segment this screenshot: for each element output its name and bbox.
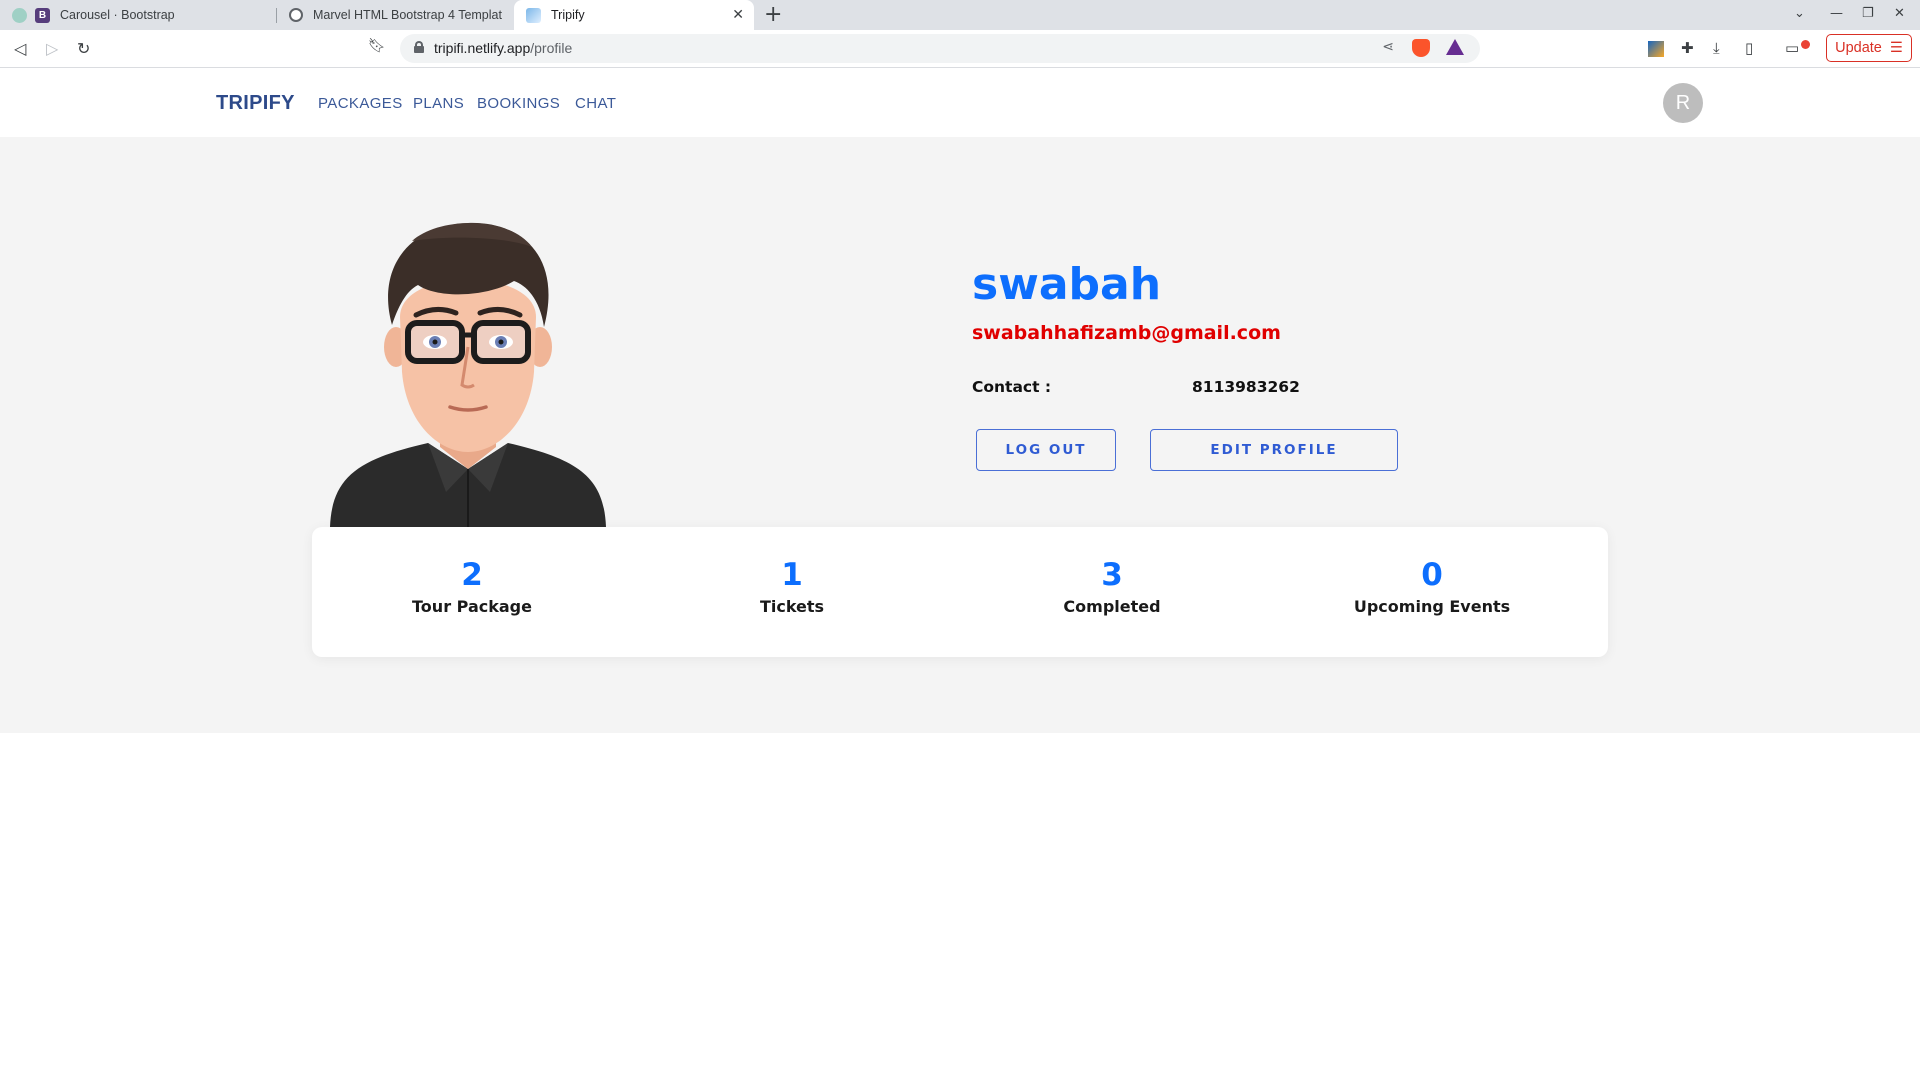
wallet-icon[interactable]: ▭ xyxy=(1785,39,1799,57)
tab-search-icon[interactable]: ⌄ xyxy=(1794,6,1805,21)
nav-link-bookings[interactable]: BOOKINGS xyxy=(477,95,560,112)
bootstrap-icon: B xyxy=(35,7,50,23)
notification-dot xyxy=(1801,40,1810,49)
update-label: Update xyxy=(1835,40,1882,56)
browser-tab-title: Marvel HTML Bootstrap 4 Templat xyxy=(313,8,502,22)
extension-icon[interactable] xyxy=(1648,41,1664,57)
stat-label: Completed xyxy=(1063,597,1161,616)
menu-icon: ☰ xyxy=(1889,40,1903,56)
edit-profile-button[interactable]: EDIT PROFILE xyxy=(1150,429,1398,471)
nav-link-plans[interactable]: PLANS xyxy=(413,95,464,112)
user-avatar[interactable]: R xyxy=(1663,83,1703,123)
stat-value: 2 xyxy=(461,557,483,593)
contact-value: 8113983262 xyxy=(1192,378,1300,396)
stat-completed: 3 Completed xyxy=(952,557,1272,616)
close-tab-icon[interactable]: ✕ xyxy=(732,6,744,23)
logout-button[interactable]: LOG OUT xyxy=(976,429,1116,471)
nav-link-chat[interactable]: CHAT xyxy=(575,95,616,112)
nav-link-packages[interactable]: PACKAGES xyxy=(318,95,403,112)
reload-icon[interactable]: ↻ xyxy=(77,39,90,59)
browser-tab-strip: B Carousel · Bootstrap Marvel HTML Boots… xyxy=(0,0,1920,30)
brand-logo[interactable]: TRIPIFY xyxy=(216,92,295,115)
browser-tab-title: Tripify xyxy=(551,8,585,22)
browser-tab-carousel[interactable]: B Carousel · Bootstrap xyxy=(0,0,276,30)
profile-name: swabah xyxy=(972,259,1162,310)
stat-label: Tickets xyxy=(759,597,825,616)
bookmark-icon[interactable]: 🔖︎ xyxy=(368,38,386,54)
stat-label: Upcoming Events xyxy=(1353,597,1511,616)
share-icon[interactable]: ⋖ xyxy=(1382,39,1394,55)
contact-label: Contact : xyxy=(972,378,1052,396)
url-text: tripifi.netlify.app/profile xyxy=(434,40,572,56)
tripify-icon xyxy=(526,7,541,23)
back-icon[interactable]: ◁ xyxy=(14,39,26,59)
profile-avatar-image xyxy=(330,222,606,527)
browser-toolbar: ◁ ▷ ↻ 🔖︎ tripifi.netlify.app/profile ⋖ ✚… xyxy=(0,30,1920,68)
close-window-icon[interactable]: ✕ xyxy=(1894,6,1905,21)
browser-tab-tripify[interactable]: Tripify ✕ xyxy=(514,0,754,30)
profile-email: swabahhafizamb@gmail.com xyxy=(972,322,1281,344)
profile-section: swabah swabahhafizamb@gmail.com Contact … xyxy=(0,137,1920,733)
stat-tour-package: 2 Tour Package xyxy=(312,557,632,616)
stat-value: 3 xyxy=(1101,557,1123,593)
site-navbar: TRIPIFY PACKAGES PLANS BOOKINGS CHAT R xyxy=(0,69,1920,137)
restore-icon[interactable]: ❐ xyxy=(1862,6,1874,21)
globe-icon xyxy=(289,8,303,22)
stat-tickets: 1 Tickets xyxy=(632,557,952,616)
url-host: tripifi.netlify.app xyxy=(434,40,531,56)
forward-icon[interactable]: ▷ xyxy=(46,39,58,59)
download-icon[interactable]: ⤓ xyxy=(1713,39,1720,57)
lock-icon xyxy=(414,41,424,53)
sidebar-icon[interactable]: ▯ xyxy=(1745,39,1753,57)
browser-tab-title: Carousel · Bootstrap xyxy=(60,8,175,22)
stat-value: 1 xyxy=(781,557,803,593)
minimize-icon[interactable]: — xyxy=(1830,6,1843,21)
stat-value: 0 xyxy=(1421,557,1443,593)
url-path: /profile xyxy=(530,40,573,56)
update-button[interactable]: Update ☰ xyxy=(1826,34,1912,62)
stats-card: 2 Tour Package 1 Tickets 3 Completed 0 U… xyxy=(312,527,1608,657)
brave-rewards-icon[interactable] xyxy=(1446,39,1464,55)
stat-upcoming-events: 0 Upcoming Events xyxy=(1272,557,1592,616)
new-tab-icon[interactable]: + xyxy=(764,3,782,27)
puzzle-icon[interactable]: ✚ xyxy=(1681,39,1694,57)
browser-tab-marvel[interactable]: Marvel HTML Bootstrap 4 Templat xyxy=(277,0,512,30)
brave-shields-icon[interactable] xyxy=(1412,39,1430,57)
stat-label: Tour Package xyxy=(412,597,532,616)
address-bar[interactable]: tripifi.netlify.app/profile ⋖ xyxy=(400,34,1480,63)
chatgpt-icon xyxy=(12,7,27,23)
